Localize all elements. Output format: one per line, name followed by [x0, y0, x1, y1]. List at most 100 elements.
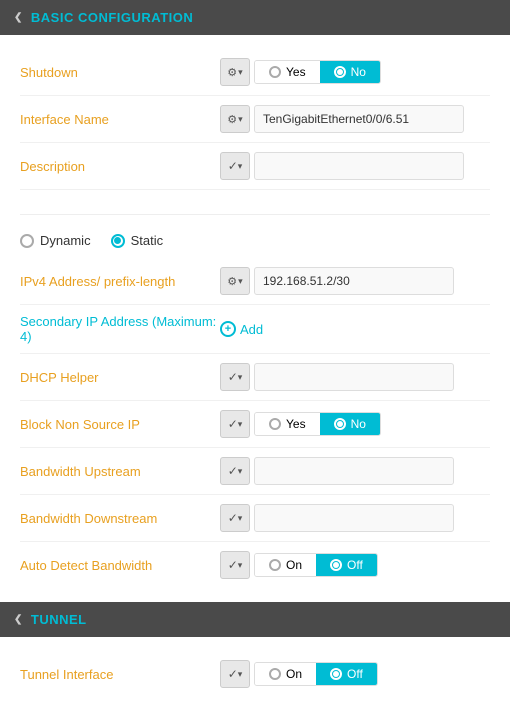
dynamic-label: Dynamic [40, 233, 91, 248]
dynamic-option[interactable]: Dynamic [20, 233, 91, 248]
bandwidth-upstream-row: Bandwidth Upstream ✓ [20, 448, 490, 495]
tunnel-interface-row: Tunnel Interface ✓ On Off [20, 651, 490, 697]
shutdown-yes-btn[interactable]: Yes [255, 61, 320, 83]
auto-detect-icon-btn[interactable]: ✓ [220, 551, 250, 579]
auto-detect-control: ✓ On Off [220, 551, 490, 579]
interface-icon-btn[interactable]: ⚙ [220, 105, 250, 133]
block-non-source-label: Block Non Source IP [20, 417, 220, 432]
check-icon: ✓ [228, 159, 238, 173]
bandwidth-upstream-label: Bandwidth Upstream [20, 464, 220, 479]
auto-detect-row: Auto Detect Bandwidth ✓ On Off [20, 542, 490, 588]
tunnel-header: ❮ TUNNEL [0, 602, 510, 637]
block-yes-radio [269, 418, 281, 430]
dhcp-helper-row: DHCP Helper ✓ [20, 354, 490, 401]
description-label: Description [20, 159, 220, 174]
check-icon-4: ✓ [228, 464, 238, 478]
tunnel-body: Tunnel Interface ✓ On Off [0, 637, 510, 711]
shutdown-icon-btn[interactable]: ⚙ [220, 58, 250, 86]
tunnel-title: TUNNEL [31, 612, 87, 627]
dhcp-helper-label: DHCP Helper [20, 370, 220, 385]
ipv4-label: IPv4 Address/ prefix-length [20, 274, 220, 289]
interface-name-control: ⚙ [220, 105, 490, 133]
tunnel-interface-control: ✓ On Off [220, 660, 490, 688]
shutdown-no-radio [334, 66, 346, 78]
dhcp-helper-control: ✓ [220, 363, 490, 391]
tunnel-off-btn[interactable]: Off [316, 663, 377, 685]
auto-detect-off-btn[interactable]: Off [316, 554, 377, 576]
interface-name-label: Interface Name [20, 112, 220, 127]
block-icon-btn[interactable]: ✓ [220, 410, 250, 438]
auto-detect-off-radio [330, 559, 342, 571]
tunnel-chevron-icon[interactable]: ❮ [14, 614, 23, 625]
description-control: ✓ [220, 152, 490, 180]
add-secondary-ip-btn[interactable]: + Add [220, 321, 263, 337]
add-circle-icon: + [220, 321, 236, 337]
block-toggle-group: Yes No [254, 412, 381, 436]
static-option[interactable]: Static [111, 233, 164, 248]
gear-icon-2: ⚙ [227, 113, 237, 126]
secondary-ip-row: Secondary IP Address (Maximum: 4) + Add [20, 305, 490, 354]
tunnel-on-btn[interactable]: On [255, 663, 316, 685]
check-icon-6: ✓ [228, 558, 238, 572]
description-icon-btn[interactable]: ✓ [220, 152, 250, 180]
tunnel-on-label: On [286, 667, 302, 681]
block-yes-btn[interactable]: Yes [255, 413, 320, 435]
auto-detect-on-btn[interactable]: On [255, 554, 316, 576]
check-icon-5: ✓ [228, 511, 238, 525]
bandwidth-downstream-row: Bandwidth Downstream ✓ [20, 495, 490, 542]
check-icon-2: ✓ [228, 370, 238, 384]
auto-detect-on-label: On [286, 558, 302, 572]
block-no-label: No [351, 417, 366, 431]
shutdown-yes-radio [269, 66, 281, 78]
bandwidth-upstream-control: ✓ [220, 457, 490, 485]
dynamic-radio [20, 234, 34, 248]
static-radio [111, 234, 125, 248]
bandwidth-upstream-input[interactable] [254, 457, 454, 485]
basic-config-header: ❮ BASIC CONFIGURATION [0, 0, 510, 35]
tunnel-icon-btn[interactable]: ✓ [220, 660, 250, 688]
shutdown-control: ⚙ Yes No [220, 58, 490, 86]
shutdown-label: Shutdown [20, 65, 220, 80]
block-yes-label: Yes [286, 417, 306, 431]
shutdown-no-label: No [351, 65, 366, 79]
dhcp-helper-input[interactable] [254, 363, 454, 391]
ipv4-input[interactable] [254, 267, 454, 295]
interface-name-input[interactable] [254, 105, 464, 133]
auto-detect-label: Auto Detect Bandwidth [20, 558, 220, 573]
bandwidth-downstream-control: ✓ [220, 504, 490, 532]
static-label: Static [131, 233, 164, 248]
gear-icon: ⚙ [227, 66, 237, 79]
check-icon-3: ✓ [228, 417, 238, 431]
tunnel-on-radio [269, 668, 281, 680]
ipv4-icon-btn[interactable]: ⚙ [220, 267, 250, 295]
auto-detect-off-label: Off [347, 558, 363, 572]
divider [20, 214, 490, 215]
interface-name-row: Interface Name ⚙ [20, 96, 490, 143]
basic-config-title: BASIC CONFIGURATION [31, 10, 193, 25]
description-row: Description ✓ [20, 143, 490, 190]
dhcp-icon-btn[interactable]: ✓ [220, 363, 250, 391]
tunnel-off-label: Off [347, 667, 363, 681]
tunnel-off-radio [330, 668, 342, 680]
tunnel-interface-label: Tunnel Interface [20, 667, 220, 682]
ipv4-control: ⚙ [220, 267, 490, 295]
block-no-radio [334, 418, 346, 430]
ip-mode-row: Dynamic Static [20, 221, 490, 258]
description-input[interactable] [254, 152, 464, 180]
auto-detect-toggle-group: On Off [254, 553, 378, 577]
secondary-ip-label: Secondary IP Address (Maximum: 4) [20, 314, 220, 344]
block-no-btn[interactable]: No [320, 413, 380, 435]
check-icon-7: ✓ [228, 667, 238, 681]
shutdown-yes-label: Yes [286, 65, 306, 79]
bw-down-icon-btn[interactable]: ✓ [220, 504, 250, 532]
chevron-icon[interactable]: ❮ [14, 12, 23, 23]
shutdown-no-btn[interactable]: No [320, 61, 380, 83]
add-label: Add [240, 322, 263, 337]
bandwidth-downstream-input[interactable] [254, 504, 454, 532]
bw-up-icon-btn[interactable]: ✓ [220, 457, 250, 485]
block-non-source-row: Block Non Source IP ✓ Yes No [20, 401, 490, 448]
bandwidth-downstream-label: Bandwidth Downstream [20, 511, 220, 526]
ipv4-row: IPv4 Address/ prefix-length ⚙ [20, 258, 490, 305]
block-non-source-control: ✓ Yes No [220, 410, 490, 438]
shutdown-row: Shutdown ⚙ Yes No [20, 49, 490, 96]
